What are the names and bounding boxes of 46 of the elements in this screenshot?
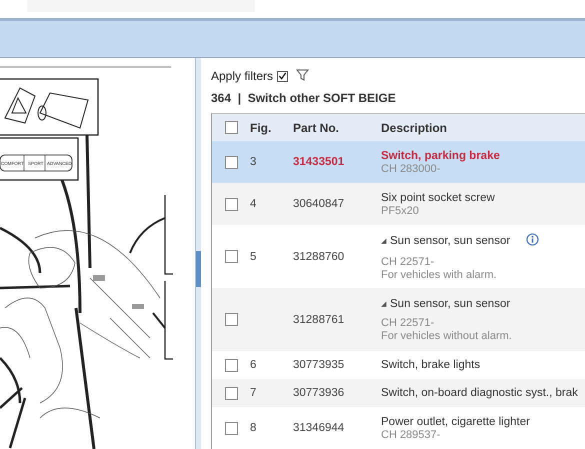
part-number: 30773935 bbox=[293, 359, 344, 371]
part-description: Sun sensor, sun sensor bbox=[390, 298, 510, 310]
checkbox[interactable] bbox=[224, 422, 238, 434]
part-note: For vehicles with alarm. bbox=[381, 268, 498, 280]
part-description: Sun sensor, sun sensor bbox=[390, 234, 510, 246]
part-description: Switch, on-board diagnostic syst., brak bbox=[381, 387, 578, 399]
part-number: 30773936 bbox=[293, 387, 344, 399]
part-note: For vehicles without alarm. bbox=[381, 330, 513, 342]
checkbox[interactable] bbox=[277, 70, 288, 82]
part-description: Power outlet, cigarette lighter bbox=[381, 416, 530, 428]
table-cell: 8 bbox=[250, 422, 256, 434]
part-note: CH 283000- bbox=[381, 162, 442, 174]
table-cell: 7 bbox=[250, 387, 256, 399]
group-title: 364 | Switch other SOFT BEIGE bbox=[211, 91, 397, 105]
filter-icon[interactable] bbox=[296, 68, 310, 84]
column-header[interactable]: Part No. bbox=[293, 120, 340, 134]
table-cell: 6 bbox=[250, 359, 256, 371]
column-header[interactable]: Fig. bbox=[250, 120, 272, 134]
part-number: 31433501 bbox=[293, 156, 344, 168]
part-note: CH 22571- bbox=[381, 316, 436, 328]
part-note: CH 22571- bbox=[381, 256, 436, 268]
filter-label: Apply filters bbox=[211, 69, 274, 83]
part-description: Switch, parking brake bbox=[381, 150, 500, 162]
checkbox[interactable] bbox=[224, 358, 238, 372]
collapse-handle[interactable] bbox=[196, 250, 201, 286]
table-row[interactable]: 4 30640847 Six point socket screw PF5x20 bbox=[212, 183, 585, 225]
checkbox[interactable] bbox=[224, 198, 238, 210]
checkbox[interactable] bbox=[224, 156, 238, 168]
checkbox[interactable] bbox=[224, 386, 238, 400]
table-row[interactable]: 7 30773936 Switch, on-board diagnostic syst., brak bbox=[212, 379, 585, 407]
part-number: 31288761 bbox=[293, 314, 344, 326]
part-number: 30640847 bbox=[293, 198, 344, 210]
part-number: 31346944 bbox=[293, 422, 344, 434]
checkbox[interactable] bbox=[224, 121, 238, 134]
table-cell: 4 bbox=[250, 198, 256, 210]
part-number: 31288760 bbox=[293, 250, 344, 262]
checkbox[interactable] bbox=[224, 313, 238, 326]
part-description: Switch, brake lights bbox=[381, 359, 480, 371]
column-header[interactable]: Description bbox=[381, 120, 585, 134]
checkbox[interactable] bbox=[224, 250, 238, 263]
part-note: CH 289537- bbox=[381, 428, 442, 440]
part-description: Six point socket screw bbox=[381, 192, 495, 204]
table-row[interactable]: 3 31433501 Switch, parking brake CH 283000- bbox=[212, 141, 585, 183]
table-cell: 5 bbox=[250, 250, 256, 262]
part-note: PF5x20 bbox=[381, 204, 420, 216]
table-cell: 3 bbox=[250, 156, 256, 168]
